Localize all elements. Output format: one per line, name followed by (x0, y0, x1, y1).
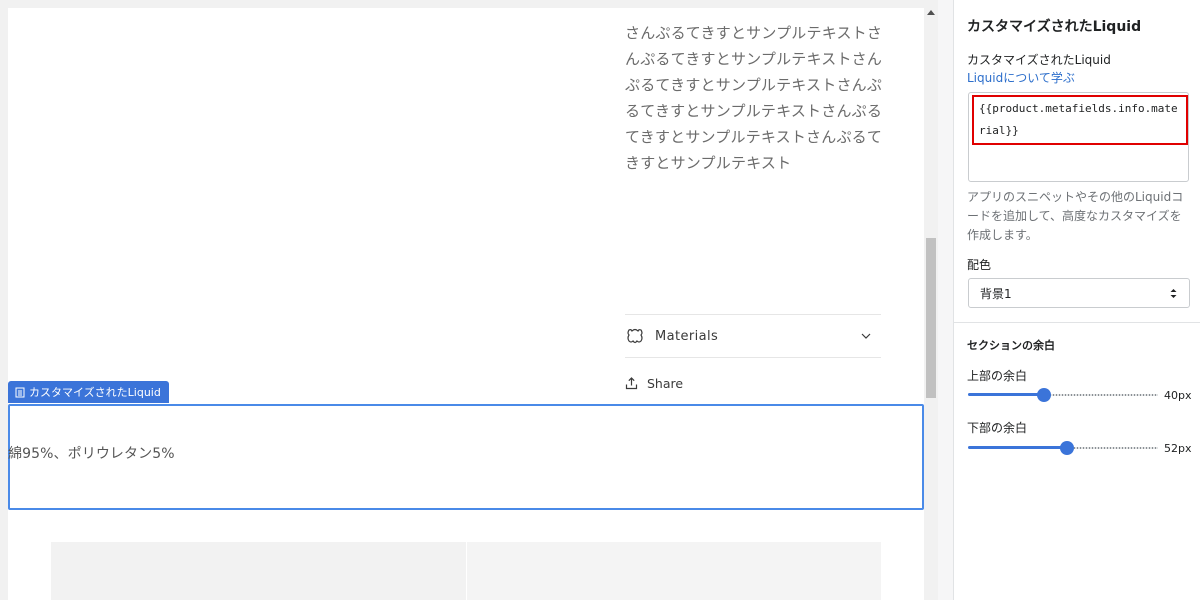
preview-scrollbar[interactable] (924, 8, 938, 600)
section-spacing-heading: セクションの余白 (967, 339, 1055, 352)
top-padding-label: 上部の余白 (967, 369, 1028, 383)
section-icon (15, 387, 25, 397)
scroll-thumb[interactable] (926, 238, 936, 398)
panel-separator (938, 0, 954, 600)
learn-liquid-link[interactable]: Liquidについて学ぶ (967, 69, 1075, 86)
selected-section-tag-label: カスタマイズされたLiquid (29, 386, 161, 399)
product-description: さんぷるてきすとサンプルテキストさんぷるてきすとサンプルテキストさんぷるてきすと… (625, 24, 883, 172)
top-padding-value: 40px (1164, 389, 1192, 402)
top-padding-slider[interactable] (968, 388, 1158, 402)
share-label: Share (647, 375, 684, 391)
color-scheme-select[interactable]: 背景1 (968, 278, 1190, 308)
panel-title: カスタマイズされたLiquid (967, 19, 1142, 35)
settings-panel: カスタマイズされたLiquid カスタマイズされたLiquid Liquidにつ… (954, 0, 1200, 600)
bottom-padding-value: 52px (1164, 442, 1192, 455)
selected-section-tag[interactable]: カスタマイズされたLiquid (8, 381, 169, 403)
placeholder-block-right (467, 542, 881, 600)
custom-liquid-textarea[interactable]: {{product.metafields.info.material}} (968, 92, 1189, 182)
color-scheme-label: 配色 (967, 258, 992, 272)
scroll-up-icon[interactable] (927, 10, 935, 15)
bottom-padding-label: 下部の余白 (967, 421, 1028, 435)
preview-pane: さんぷるてきすとサンプルテキストさんぷるてきすとサンプルテキストさんぷるてきすと… (0, 0, 938, 600)
custom-liquid-output: 綿95%、ポリウレタン5% (8, 446, 175, 462)
custom-liquid-field-label: カスタマイズされたLiquid (967, 53, 1111, 67)
custom-liquid-code[interactable]: {{product.metafields.info.material}} (979, 98, 1184, 142)
chevron-down-icon (861, 333, 871, 339)
slider-fill (968, 393, 1044, 396)
fabric-icon (627, 328, 643, 344)
theme-editor: さんぷるてきすとサンプルテキストさんぷるてきすとサンプルテキストさんぷるてきすと… (0, 0, 1200, 600)
slider-fill (968, 446, 1067, 449)
materials-label: Materials (655, 328, 719, 344)
preview-canvas: さんぷるてきすとサンプルテキストさんぷるてきすとサンプルテキストさんぷるてきすと… (8, 8, 924, 600)
color-scheme-value: 背景1 (980, 286, 1012, 301)
panel-divider (954, 322, 1200, 323)
select-arrows-icon (1170, 289, 1177, 298)
custom-liquid-help-text: アプリのスニペットやその他のLiquidコードを追加して、高度なカスタマイズを作… (967, 190, 1184, 242)
slider-thumb[interactable] (1037, 388, 1051, 402)
placeholder-block-left (51, 542, 466, 600)
bottom-padding-slider[interactable] (968, 441, 1158, 455)
share-icon (625, 376, 638, 389)
share-button[interactable]: Share (625, 372, 825, 394)
slider-thumb[interactable] (1060, 441, 1074, 455)
materials-accordion[interactable]: Materials (625, 314, 881, 358)
